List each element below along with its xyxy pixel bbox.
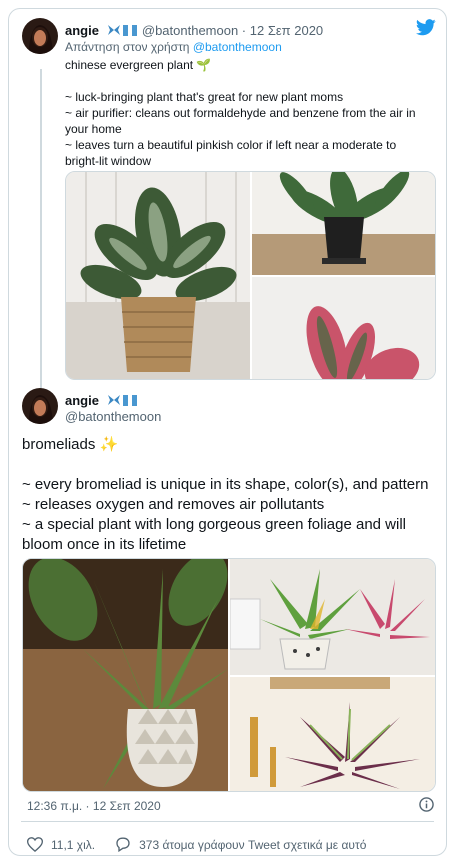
info-icon[interactable] [419,797,434,817]
tweet-actions: 11,1 χιλ. 373 άτομα γράφουν Tweet σχετικ… [27,837,366,852]
tweet-timestamp[interactable]: 12:36 π.μ. · 12 Σεπ 2020 [27,799,161,813]
tweet2-text: bromeliads ✨ ~ every bromeliad is unique… [22,436,429,553]
author-name[interactable]: angie [65,23,99,38]
author-handle[interactable]: @batonthemoon [65,409,161,424]
reply-bubble-icon[interactable] [115,837,131,852]
reply-to-line: Απάντηση στον χρήστη @batonthemoon [65,40,282,54]
photo-pink-aglaonema[interactable] [252,277,435,379]
tweet1-header: angie @batonthemoon · 12 Σεπ 2020 [65,22,323,40]
photo-bromeliads-pink-green[interactable] [230,559,435,675]
reply-prefix: Απάντηση στον χρήστη [65,40,193,54]
photo-bromeliad-white-pot[interactable] [23,559,228,791]
divider [21,821,434,822]
avatar[interactable] [22,18,58,54]
handle-and-time[interactable]: @batonthemoon · 12 Σεπ 2020 [142,23,323,38]
tweet2-media-grid [22,558,436,792]
heart-icon[interactable] [27,837,43,852]
thread-line [40,69,42,389]
photo-chinese-evergreen-black-pot[interactable] [252,172,435,275]
tweet-card: angie @batonthemoon · 12 Σεπ 2020 Απάντη… [8,8,447,856]
twitter-bird-icon[interactable] [416,19,436,41]
tweet1-media-grid [65,171,436,380]
emoji-flags-icon [107,395,138,407]
discussion-count[interactable]: 373 άτομα γράφουν Tweet σχετικά με αυτό [139,838,366,852]
tweet2-header: angie [65,392,138,410]
reply-user-link[interactable]: @batonthemoon [193,40,282,54]
photo-chinese-evergreen-basket[interactable] [66,172,250,379]
emoji-flags-icon [107,25,138,37]
tweet1-text: chinese evergreen plant 🌱 ~ luck-bringin… [65,58,416,168]
author-name[interactable]: angie [65,393,99,408]
photo-bromeliad-striped[interactable] [230,677,435,791]
like-count[interactable]: 11,1 χιλ. [51,838,95,852]
avatar[interactable] [22,388,58,424]
